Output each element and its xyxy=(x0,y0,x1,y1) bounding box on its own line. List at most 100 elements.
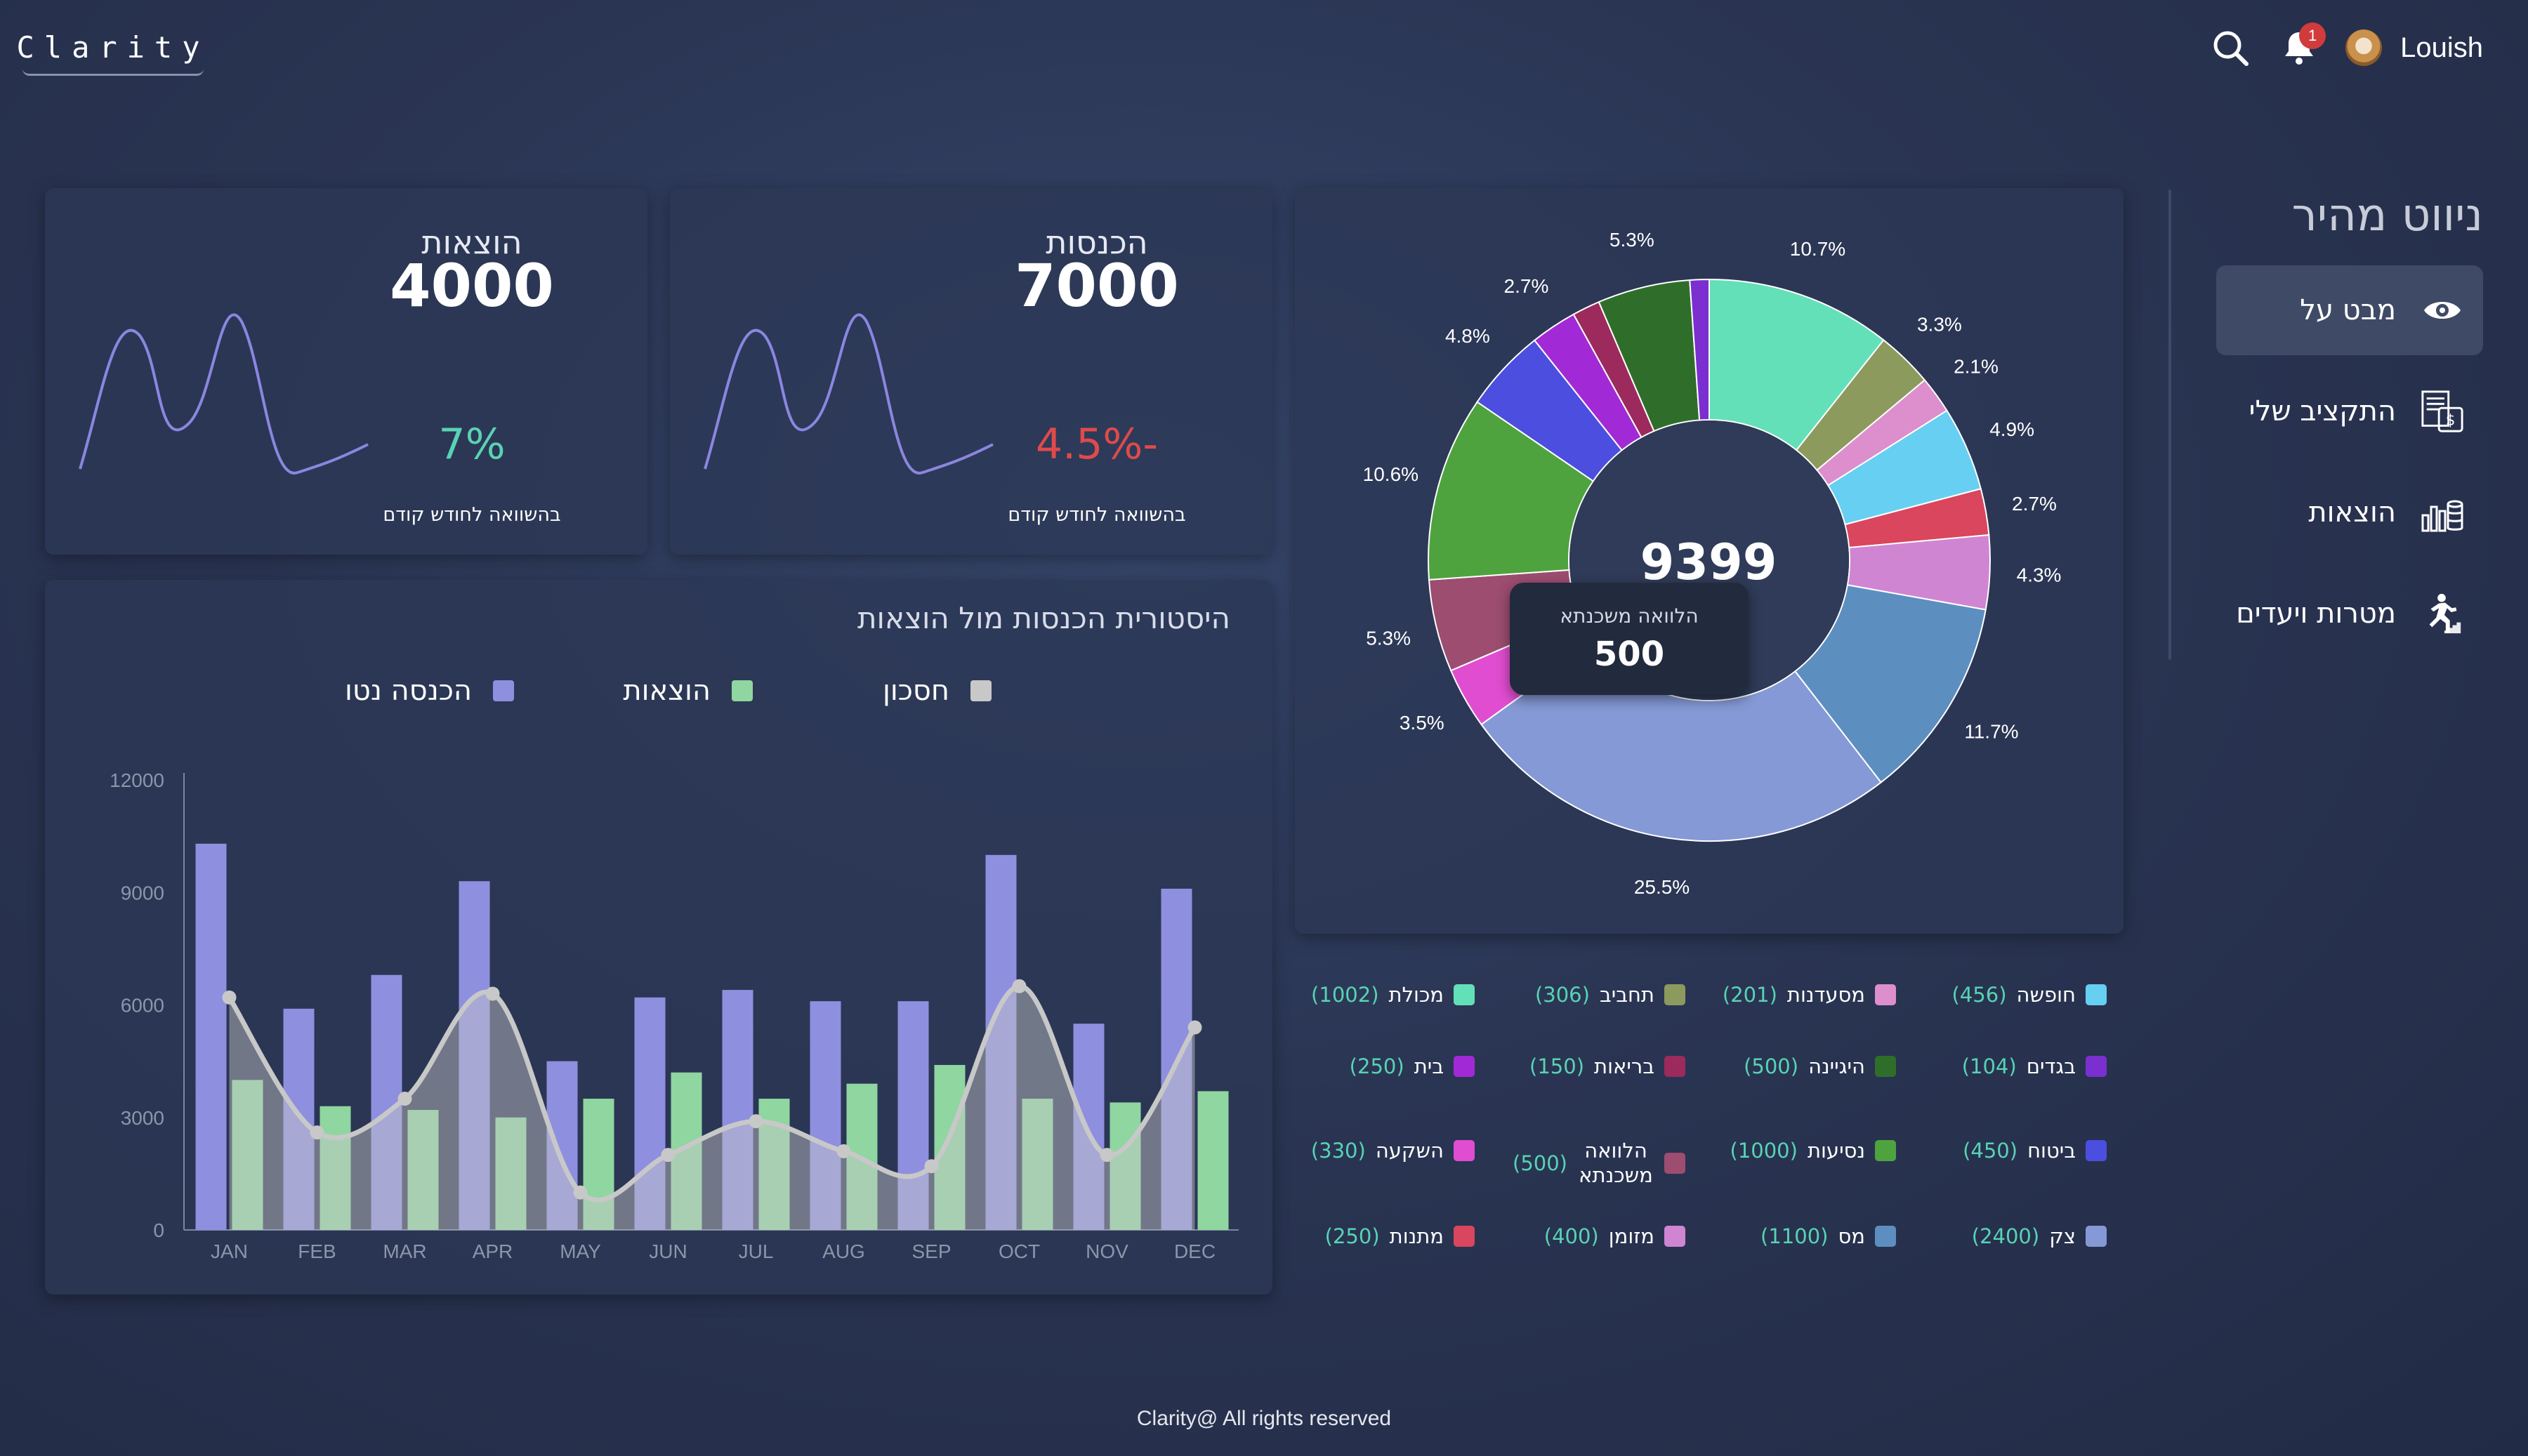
category-swatch xyxy=(2086,984,2107,1005)
x-tick-label: JUL xyxy=(739,1240,774,1262)
savings-point xyxy=(1100,1148,1114,1163)
slice-percent-label: 2.1% xyxy=(1954,355,1999,377)
savings-point xyxy=(485,986,500,1001)
savings-point xyxy=(836,1144,851,1158)
category-swatch xyxy=(2086,1056,2107,1077)
category-item[interactable]: צק (2400) xyxy=(1972,1224,2107,1248)
category-swatch xyxy=(1664,1056,1685,1077)
savings-point xyxy=(310,1125,324,1140)
slice-percent-label: 10.6% xyxy=(1363,463,1418,485)
slice-percent-label: 25.5% xyxy=(1634,876,1690,898)
footer-text: Clarity@ All rights reserved xyxy=(1136,1407,1392,1430)
slice-percent-label: 4.8% xyxy=(1445,325,1490,347)
category-item[interactable]: בית (250) xyxy=(1350,1054,1475,1078)
category-item[interactable]: היגיינה (500) xyxy=(1744,1054,1896,1078)
stat-change: 4.5%- xyxy=(1035,420,1159,469)
stat-change: 7% xyxy=(438,420,506,469)
savings-point xyxy=(397,1092,412,1106)
category-swatch xyxy=(1664,984,1685,1005)
category-name: מסעדנות xyxy=(1786,983,1865,1007)
category-amount: (1100) xyxy=(1760,1224,1829,1248)
x-tick-label: AUG xyxy=(822,1240,865,1262)
tooltip-label: הלוואה משכנתא xyxy=(1560,604,1699,628)
sidebar-item-label: הוצאות xyxy=(2308,496,2396,529)
stat-value: 7000 xyxy=(1015,251,1179,320)
category-swatch xyxy=(1664,1152,1685,1174)
notification-bell-icon[interactable]: 1 xyxy=(2277,22,2326,70)
stat-value: 4000 xyxy=(390,251,554,320)
sidebar-item-expenses[interactable]: הוצאות xyxy=(2216,468,2483,557)
category-item[interactable]: בריאות (150) xyxy=(1529,1054,1685,1078)
category-amount: (500) xyxy=(1512,1151,1567,1175)
sidebar-item-label: התקציב שלי xyxy=(2249,395,2396,428)
category-amount: (450) xyxy=(1963,1139,2018,1163)
category-name: בית xyxy=(1414,1054,1444,1078)
x-tick-label: APR xyxy=(473,1240,513,1262)
category-item[interactable]: ביטוח (450) xyxy=(1963,1139,2107,1163)
x-tick-label: JUN xyxy=(649,1240,687,1262)
stat-note: בהשוואה לחודש קודם xyxy=(1008,504,1186,526)
category-name: מתנות xyxy=(1389,1224,1444,1248)
category-item[interactable]: מזומן (400) xyxy=(1544,1224,1685,1248)
slice-percent-label: 5.3% xyxy=(1366,627,1411,649)
category-item[interactable]: מכולת (1002) xyxy=(1311,983,1475,1007)
savings-point xyxy=(924,1159,939,1174)
category-item[interactable]: מתנות (250) xyxy=(1325,1224,1475,1248)
category-swatch xyxy=(1875,1226,1896,1247)
income-sparkline xyxy=(704,313,994,475)
category-amount: (250) xyxy=(1349,1054,1404,1078)
category-name: צק xyxy=(2049,1224,2076,1248)
search-icon[interactable] xyxy=(2208,25,2253,70)
y-tick-label: 3000 xyxy=(121,1107,164,1129)
category-swatch xyxy=(1875,1140,1896,1161)
x-tick-label: MAR xyxy=(383,1240,426,1262)
category-item[interactable]: מסעדנות (201) xyxy=(1723,983,1896,1007)
sidebar-item-goals[interactable]: מטרות ויעדים xyxy=(2216,569,2483,658)
category-item[interactable]: מס (1100) xyxy=(1760,1224,1896,1248)
expenses-icon xyxy=(2420,490,2465,535)
stat-note: בהשוואה לחודש קודם xyxy=(383,504,561,526)
y-tick-label: 6000 xyxy=(121,995,164,1017)
sidebar-item-label: מבט על xyxy=(2300,294,2396,326)
category-amount: (201) xyxy=(1722,983,1777,1007)
user-menu[interactable]: Louish xyxy=(2345,29,2483,66)
category-item[interactable]: הלוואה משכנתא (500) xyxy=(1513,1139,1685,1188)
savings-point xyxy=(1012,979,1027,993)
category-item[interactable]: השקעה (330) xyxy=(1311,1139,1475,1163)
category-item[interactable]: בגדים (104) xyxy=(1962,1054,2107,1078)
category-amount: (1000) xyxy=(1730,1139,1798,1163)
tooltip-value: 500 xyxy=(1593,634,1665,674)
app-logo[interactable]: Clarity xyxy=(17,21,204,76)
category-amount: (2400) xyxy=(1971,1224,2040,1248)
avatar xyxy=(2345,29,2383,66)
sidebar-item-overview[interactable]: מבט על xyxy=(2216,265,2483,355)
svg-text:$: $ xyxy=(2446,411,2456,429)
category-amount: (1002) xyxy=(1311,983,1379,1007)
slice-percent-label: 4.3% xyxy=(2017,564,2062,585)
category-name: בגדים xyxy=(2026,1054,2076,1078)
x-tick-label: JAN xyxy=(211,1240,248,1262)
slice-percent-label: 4.9% xyxy=(1989,418,2034,440)
category-name: מס xyxy=(1838,1224,1865,1248)
slice-percent-label: 3.3% xyxy=(1917,313,1962,335)
category-name: נסיעות xyxy=(1807,1139,1865,1163)
category-swatch xyxy=(1454,1140,1475,1161)
savings-point xyxy=(573,1185,588,1200)
category-swatch xyxy=(1454,984,1475,1005)
x-tick-label: DEC xyxy=(1174,1240,1216,1262)
category-item[interactable]: תחביב (306) xyxy=(1535,983,1685,1007)
donut-tooltip: הלוואה משכנתא 500 xyxy=(1510,583,1749,695)
y-tick-label: 0 xyxy=(153,1219,164,1241)
top-bar-actions: 1 Louish xyxy=(2208,20,2483,76)
category-amount: (250) xyxy=(1324,1224,1380,1248)
sidebar-item-my-budget[interactable]: $ התקציב שלי xyxy=(2216,366,2483,456)
category-name: השקעה xyxy=(1375,1139,1444,1163)
category-legend-grid: חופשה (456) מסעדנות (201) תחביב (306) מכולת… xyxy=(1299,983,2107,1278)
savings-point xyxy=(749,1114,763,1129)
category-amount: (400) xyxy=(1543,1224,1599,1248)
category-name: מזומן xyxy=(1608,1224,1654,1248)
category-item[interactable]: חופשה (456) xyxy=(1952,983,2107,1007)
category-item[interactable]: נסיעות (1000) xyxy=(1730,1139,1896,1163)
bar-net-income xyxy=(195,843,227,1230)
category-amount: (150) xyxy=(1529,1054,1585,1078)
